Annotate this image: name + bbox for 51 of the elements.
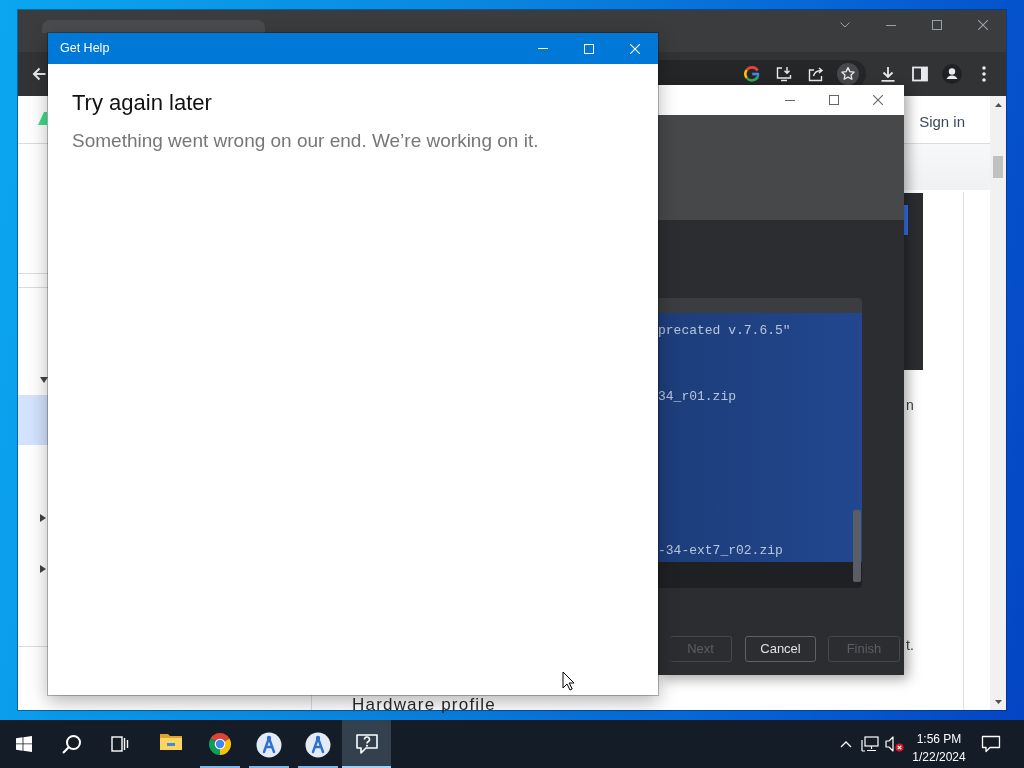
download-icon	[880, 66, 896, 82]
chevron-up-icon	[840, 740, 852, 748]
sign-in-link[interactable]: Sign in	[919, 111, 965, 134]
dialog-button[interactable]: Cancel	[745, 636, 816, 662]
avatar-icon	[942, 64, 962, 84]
maximize-icon	[829, 95, 839, 105]
compass-badge-icon	[255, 732, 282, 758]
install-icon	[776, 66, 792, 82]
scroll-up-arrow-icon	[994, 102, 1002, 107]
g-logo-icon	[744, 66, 760, 82]
more-vertical-icon	[982, 66, 986, 82]
log-line: precated v.7.6.5"	[658, 322, 791, 340]
log-line: 34_r01.zip	[658, 388, 736, 406]
minimize-icon	[785, 99, 795, 101]
help-chat-icon	[353, 732, 380, 756]
task-view-icon	[111, 736, 129, 752]
window-title: Get Help	[59, 40, 110, 58]
scroll-down-arrow-icon	[994, 699, 1002, 704]
text-fragment: n	[905, 396, 914, 414]
close-icon	[630, 43, 640, 54]
side-panel-icon	[912, 66, 928, 82]
text-fragment: t.	[905, 636, 914, 654]
scrollbar-thumb[interactable]	[853, 510, 861, 582]
scrollbar-thumb[interactable]	[993, 156, 1003, 178]
minimize-icon	[886, 24, 896, 26]
scrollbar[interactable]	[990, 96, 1006, 710]
chevron-down-icon	[840, 22, 850, 28]
error-message: Something went wrong on our end. We’re working on it.	[72, 129, 539, 153]
log-line: -34-ext7_r02.zip	[658, 542, 783, 560]
close-icon	[978, 20, 988, 30]
compass-badge-icon	[304, 732, 331, 758]
browser-logo-icon	[207, 732, 232, 756]
mouse-pointer-icon	[562, 671, 575, 691]
search-icon	[62, 734, 82, 754]
section-heading: Hardware profile	[352, 695, 496, 714]
share-icon	[808, 66, 824, 82]
clock-time: 1:56 PM	[916, 731, 962, 748]
clock-button[interactable]: 1:56 PM 1/22/2024	[906, 720, 972, 768]
notification-icon	[981, 735, 1001, 753]
close-icon	[873, 95, 883, 105]
bookmark-button[interactable]	[837, 63, 859, 85]
network-icon	[861, 736, 879, 752]
clock-date: 1/22/2024	[912, 749, 966, 766]
back-arrow-icon	[32, 67, 46, 81]
taskbar-app-button[interactable]	[342, 720, 391, 768]
error-heading: Try again later	[72, 89, 212, 117]
maximize-icon	[584, 43, 594, 54]
maximize-icon	[932, 20, 942, 30]
windows-logo-icon	[16, 736, 32, 752]
folder-icon	[158, 732, 183, 752]
minimize-icon	[538, 48, 548, 49]
